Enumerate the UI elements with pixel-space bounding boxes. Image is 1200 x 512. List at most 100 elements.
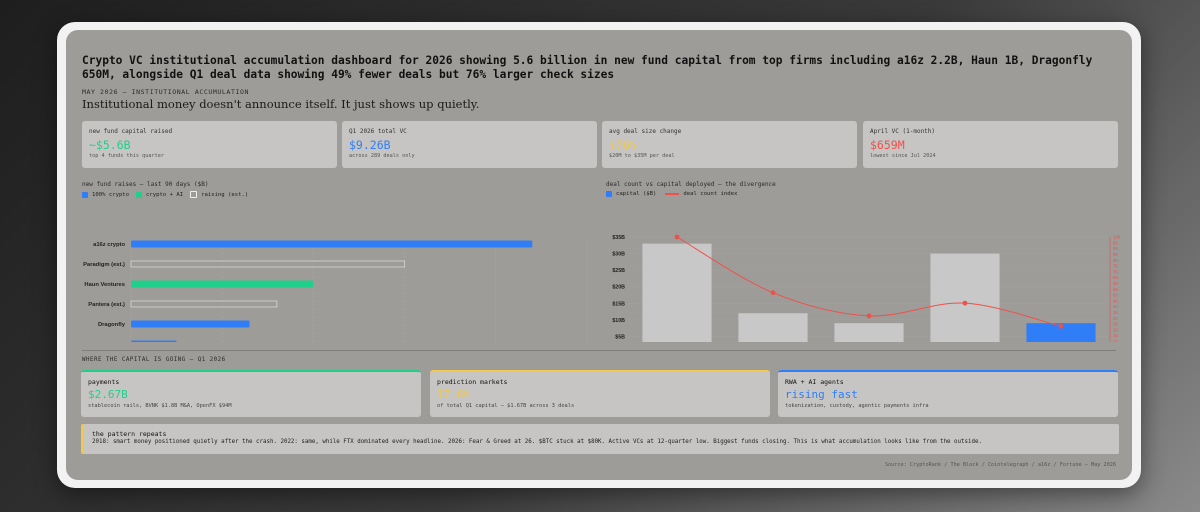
y-left-tick-label: $10B: [612, 318, 625, 324]
card-desc: of total Q1 capital — $1.67B across 3 de…: [437, 403, 575, 409]
fund-bar: [131, 340, 177, 342]
fund-bar: [131, 320, 250, 328]
y-right-tick-label: 30: [1113, 316, 1118, 321]
capital-bar: [834, 323, 904, 342]
kpi-label: new fund capital raised: [89, 128, 173, 135]
deal-count-point: [866, 313, 872, 319]
y-left-tick-label: $30B: [612, 252, 625, 258]
fund-bar: [130, 260, 406, 268]
y-category-label: Haun Ventures: [84, 282, 125, 288]
fund-bar: [131, 240, 533, 248]
y-right-tick-label: 85: [1113, 252, 1118, 257]
legend-label: deal count index: [683, 191, 738, 197]
kpi-value: ~$5.6B: [89, 138, 131, 152]
kpi-label: avg deal size change: [609, 128, 682, 135]
y-right-tick-label: 60: [1113, 281, 1118, 286]
kpi-card-q1-total: Q1 2026 total VC $9.26B across 289 deals…: [342, 121, 597, 168]
y-left-tick-label: $25B: [612, 268, 625, 274]
kpi-note: top 4 funds this quarter: [89, 153, 164, 159]
page-subtitle: Institutional money doesn't announce its…: [82, 97, 480, 111]
card-desc: stablecoin rails, BVNK $1.8B M&A, OpenFX…: [88, 403, 232, 409]
legend-swatch-capital: [606, 191, 612, 197]
card-desc: tokenization, custody, agentic payments …: [785, 403, 929, 409]
legend-label: crypto + AI: [146, 191, 184, 198]
y-category-label: Paradigm (est.): [83, 262, 125, 268]
kpi-card-deal-size: avg deal size change +76% $20M to $35M p…: [602, 121, 857, 168]
y-right-tick-label: 65: [1113, 275, 1118, 280]
y-category-label: Pantera (est.): [88, 302, 125, 308]
y-right-tick-label: 75: [1113, 264, 1118, 269]
y-left-tick-label: $5B: [615, 334, 625, 340]
card-heading: payments: [88, 378, 120, 386]
legend-line-deal-count: [665, 193, 680, 195]
y-right-tick-label: 70: [1113, 269, 1118, 274]
kpi-note: lowest since Jul 2024: [870, 153, 936, 159]
legend-swatch-raising: [190, 191, 198, 198]
card-rwa-ai: RWA + AI agents rising fast tokenization…: [778, 370, 1118, 417]
y-right-tick-label: 45: [1113, 298, 1118, 303]
y-category-label: Dragonfly: [98, 322, 126, 328]
dashboard-panel: Crypto VC institutional accumulation das…: [66, 30, 1132, 480]
y-left-tick-label: $35B: [612, 235, 625, 241]
y-right-tick-label: 50: [1113, 293, 1118, 298]
deal-count-point: [770, 290, 776, 296]
pattern-text: 2018: smart money positioned quietly aft…: [92, 439, 982, 445]
y-right-tick-label: 95: [1113, 240, 1118, 245]
legend-swatch-crypto-ai: [136, 191, 143, 198]
y-right-tick-label: 90: [1113, 246, 1118, 251]
deal-count-point: [962, 300, 968, 306]
kpi-card-fund-capital: new fund capital raised ~$5.6B top 4 fun…: [82, 121, 337, 168]
y-left-tick-label: $15B: [612, 301, 625, 307]
deal-count-point: [1058, 323, 1064, 329]
where-capital-label: WHERE THE CAPITAL IS GOING — Q1 2026: [82, 357, 226, 363]
divergence-chart-legend: capital ($B) deal count index: [606, 191, 737, 197]
kpi-label: Q1 2026 total VC: [349, 128, 407, 135]
y-right-tick-label: 40: [1113, 304, 1118, 309]
fund-chart-legend: 100% crypto crypto + AI raising (est.): [82, 191, 248, 198]
fund-bar: [131, 280, 314, 288]
y-right-tick-label: 100: [1113, 235, 1121, 240]
y-right-tick-label: 15: [1113, 333, 1118, 338]
capital-bar: [642, 243, 712, 342]
divergence-chart: $0B$5B$10B$15B$20B$25B$30B$35B0510152025…: [612, 234, 1121, 342]
capital-bar: [738, 313, 808, 342]
legend-label: 100% crypto: [92, 191, 130, 198]
y-right-tick-label: 25: [1113, 322, 1118, 327]
kpi-value: +76%: [609, 138, 637, 152]
card-payments: payments $2.67B stablecoin rails, BVNK $…: [81, 370, 421, 417]
kpi-value: $9.26B: [349, 138, 391, 152]
kpi-note: across 289 deals only: [349, 153, 415, 159]
card-heading: prediction markets: [437, 378, 508, 386]
y-right-tick-label: 20: [1113, 327, 1118, 332]
section-divider: [82, 350, 1116, 351]
card-value: 17.6%: [437, 388, 471, 401]
y-right-tick-label: 35: [1113, 310, 1118, 315]
legend-swatch-crypto: [82, 191, 88, 198]
pattern-heading: the pattern repeats: [92, 430, 167, 438]
kpi-note: $20M to $35M per deal: [609, 153, 675, 159]
y-right-tick-label: 80: [1113, 258, 1118, 263]
y-category-label: a16z crypto: [93, 242, 125, 248]
fund-bar: [130, 300, 278, 308]
capital-bar: [930, 253, 1000, 342]
card-value: rising fast: [785, 388, 858, 401]
pattern-callout: the pattern repeats 2018: smart money po…: [81, 424, 1119, 454]
eyebrow-label: MAY 2026 — INSTITUTIONAL ACCUMULATION: [82, 88, 249, 96]
y-right-tick-label: 55: [1113, 287, 1118, 292]
card-prediction-markets: prediction markets 17.6% of total Q1 cap…: [430, 370, 770, 417]
kpi-label: April VC (1-month): [870, 128, 936, 135]
card-heading: RWA + AI agents: [785, 378, 844, 386]
source-note: Source: CryptoRank / The Block / Cointel…: [884, 462, 1116, 468]
divergence-chart-label: deal count vs capital deployed — the div…: [606, 181, 776, 188]
card-value: $2.67B: [88, 388, 128, 401]
deal-count-point: [674, 234, 680, 240]
legend-label: capital ($B): [616, 191, 657, 197]
fund-chart-label: new fund raises — last 90 days ($B): [82, 181, 209, 188]
kpi-card-april-vc: April VC (1-month) $659M lowest since Ju…: [863, 121, 1118, 168]
deal-count-line: [676, 236, 1062, 327]
kpi-value: $659M: [870, 138, 905, 152]
legend-label: raising (est.): [201, 191, 249, 198]
y-left-tick-label: $20B: [612, 285, 625, 291]
fund-raises-chart: $0.0B$0.5B$1.0B$1.5B$2.0B$2.5Ba16z crypt…: [83, 236, 588, 342]
page-title: Crypto VC institutional accumulation das…: [82, 54, 1093, 81]
